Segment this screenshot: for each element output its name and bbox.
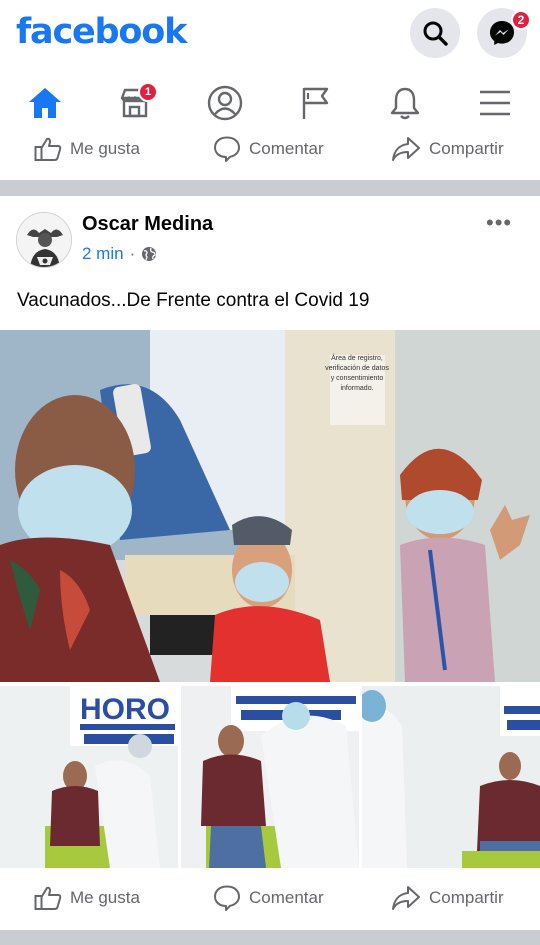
search-icon — [423, 21, 448, 46]
hospital-logo-text: HORO — [80, 693, 170, 726]
post-meta: 2 min · — [82, 244, 157, 264]
like-label: Me gusta — [70, 888, 140, 907]
search-button[interactable] — [410, 8, 460, 58]
post-header: Oscar Medina 2 min · ••• — [0, 196, 540, 276]
svg-text:y consentimiento: y consentimiento — [331, 375, 384, 382]
comment-button[interactable]: Comentar — [213, 884, 324, 912]
feed-divider — [0, 180, 540, 196]
share-icon — [392, 137, 420, 161]
share-label: Compartir — [429, 139, 504, 158]
home-icon — [29, 88, 61, 118]
share-label: Compartir — [429, 888, 504, 907]
share-button[interactable]: Compartir — [391, 136, 504, 162]
like-button[interactable]: Me gusta — [34, 885, 140, 911]
like-button[interactable]: Me gusta — [34, 136, 140, 162]
comment-icon — [214, 136, 240, 162]
top-bar: facebook 2 — [0, 0, 540, 70]
post-photo-4[interactable] — [362, 686, 540, 868]
post-text: Vacunados...De Frente contra el Covid 19 — [17, 290, 370, 311]
more-options-button[interactable]: ••• — [486, 210, 512, 236]
marketplace-badge: 1 — [138, 82, 158, 102]
messenger-badge: 2 — [511, 10, 531, 30]
svg-text:informado.: informado. — [340, 385, 373, 392]
like-label: Me gusta — [70, 139, 140, 158]
facebook-logo[interactable]: facebook — [16, 12, 187, 52]
vaccination-photo-4 — [362, 686, 540, 868]
share-icon — [392, 886, 420, 910]
comment-icon — [214, 885, 240, 911]
svg-text:verificación de datos: verificación de datos — [325, 365, 389, 372]
comment-label: Comentar — [249, 139, 324, 158]
thumbs-up-icon — [34, 886, 62, 910]
vaccination-selfie-photo: Área de registro, verificación de datos … — [0, 330, 540, 682]
comment-button[interactable]: Comentar — [213, 135, 324, 163]
post-photo-2[interactable]: HORO — [0, 686, 178, 868]
hamburger-icon — [480, 90, 510, 116]
meta-separator: · — [129, 244, 136, 263]
post-photo-main[interactable]: Área de registro, verificación de datos … — [0, 330, 540, 682]
flag-icon — [302, 87, 329, 119]
post-time[interactable]: 2 min — [82, 244, 124, 264]
post-author[interactable]: Oscar Medina — [82, 213, 213, 236]
comment-label: Comentar — [249, 888, 324, 907]
globe-icon — [142, 247, 157, 261]
vaccination-photo-2: HORO — [0, 686, 178, 868]
svg-text:Área de registro,: Área de registro, — [331, 353, 383, 362]
avatar[interactable] — [16, 212, 72, 268]
vaccination-photo-3 — [181, 686, 359, 868]
previous-post-actions: Me gusta Comentar Compartir — [0, 127, 540, 171]
bell-icon — [390, 87, 420, 120]
avatar-image — [17, 213, 71, 267]
messenger-button[interactable]: 2 — [477, 8, 531, 58]
feed-divider — [0, 930, 540, 945]
profile-icon — [207, 85, 243, 121]
post-actions: Me gusta Comentar Compartir — [0, 876, 540, 920]
post-photo-3[interactable] — [181, 686, 359, 868]
thumbs-up-icon — [34, 137, 62, 161]
share-button[interactable]: Compartir — [391, 885, 504, 911]
